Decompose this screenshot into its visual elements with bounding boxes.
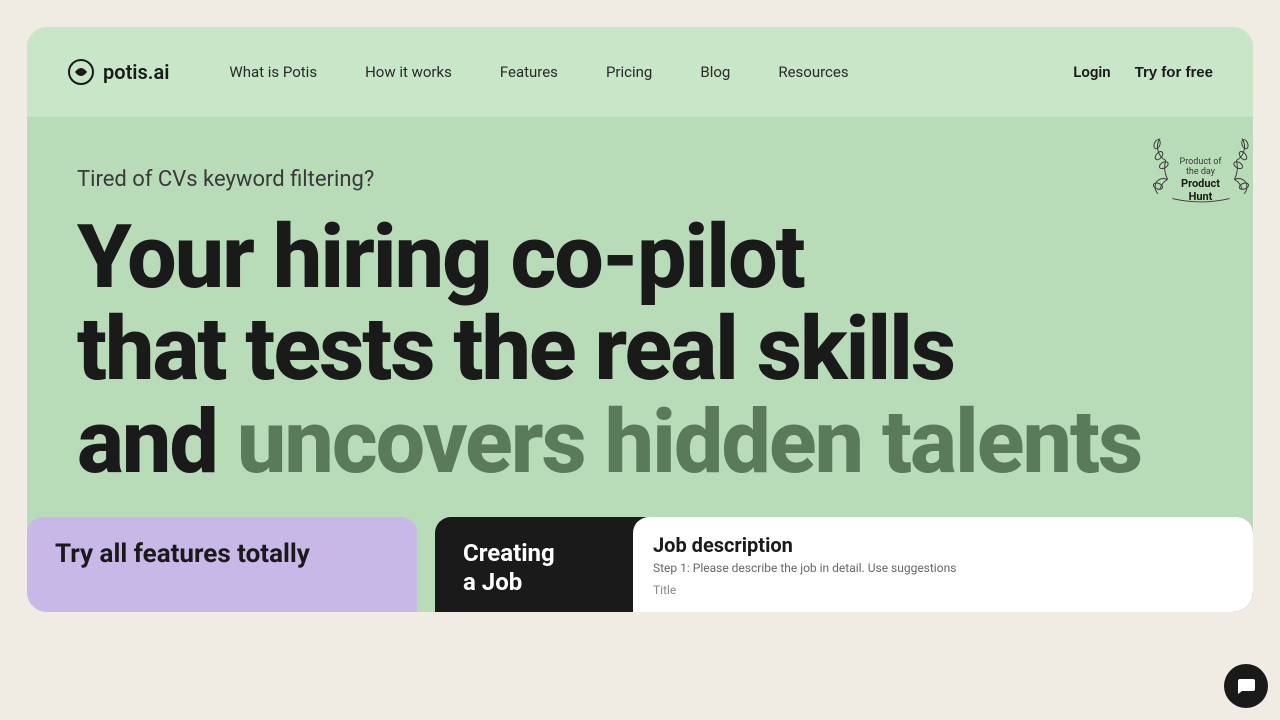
navbar: potis.ai What is Potis How it works Feat…	[27, 27, 1253, 117]
job-desc-field-label: Title	[653, 583, 1233, 597]
hero-content: Tired of CVs keyword filtering? Your hir…	[27, 117, 1253, 489]
nav-features[interactable]: Features	[500, 63, 558, 81]
hero-headline: Your hiring co-pilot that tests the real…	[77, 212, 1203, 489]
product-hunt-badge: Product of the day Product Hunt	[1148, 127, 1253, 232]
nav-how-it-works[interactable]: How it works	[365, 63, 452, 81]
purple-card-text: Try all features totally	[55, 539, 310, 570]
try-free-button[interactable]: Try for free	[1135, 64, 1213, 81]
nav-pricing[interactable]: Pricing	[606, 63, 652, 81]
logo-area[interactable]: potis.ai	[67, 58, 169, 86]
purple-card[interactable]: Try all features totally	[27, 517, 417, 612]
headline-line1: Your hiring co-pilot	[77, 206, 804, 309]
nav-what-is-potis[interactable]: What is Potis	[229, 63, 317, 81]
hero-subtitle: Tired of CVs keyword filtering?	[77, 167, 1203, 192]
headline-highlight: uncovers hidden talents	[237, 391, 1141, 494]
nav-resources[interactable]: Resources	[778, 63, 848, 81]
job-desc-card: Job description Step 1: Please describe …	[633, 517, 1253, 612]
laurel-container: Product of the day Product Hunt	[1148, 127, 1253, 232]
nav-right: Login Try for free	[1073, 63, 1213, 81]
login-button[interactable]: Login	[1073, 63, 1110, 81]
chat-button[interactable]	[1224, 664, 1268, 708]
page-wrapper: potis.ai What is Potis How it works Feat…	[0, 0, 1280, 720]
potis-logo-icon	[67, 58, 95, 86]
dark-card-line2: a Job	[463, 568, 555, 597]
badge-product-of-day: Product of the day	[1174, 157, 1227, 177]
product-hunt-text: Product of the day Product Hunt	[1174, 157, 1227, 203]
nav-links: What is Potis How it works Features Pric…	[229, 63, 1073, 81]
headline-line2: that tests the real skills	[77, 298, 954, 401]
job-desc-subtitle: Step 1: Please describe the job in detai…	[653, 561, 1233, 575]
logo-text: potis.ai	[103, 60, 169, 84]
dark-card-content: Creating a Job	[463, 539, 555, 597]
chat-icon	[1235, 675, 1257, 697]
dark-card-line1: Creating	[463, 539, 555, 568]
job-desc-title: Job description	[653, 533, 1233, 557]
badge-product-hunt: Product Hunt	[1174, 177, 1227, 203]
dark-card: Creating a Job Job description Step 1: P…	[435, 517, 1253, 612]
nav-blog[interactable]: Blog	[700, 63, 730, 81]
hero-card: potis.ai What is Potis How it works Feat…	[27, 27, 1253, 612]
headline-line3-prefix: and	[77, 391, 237, 494]
